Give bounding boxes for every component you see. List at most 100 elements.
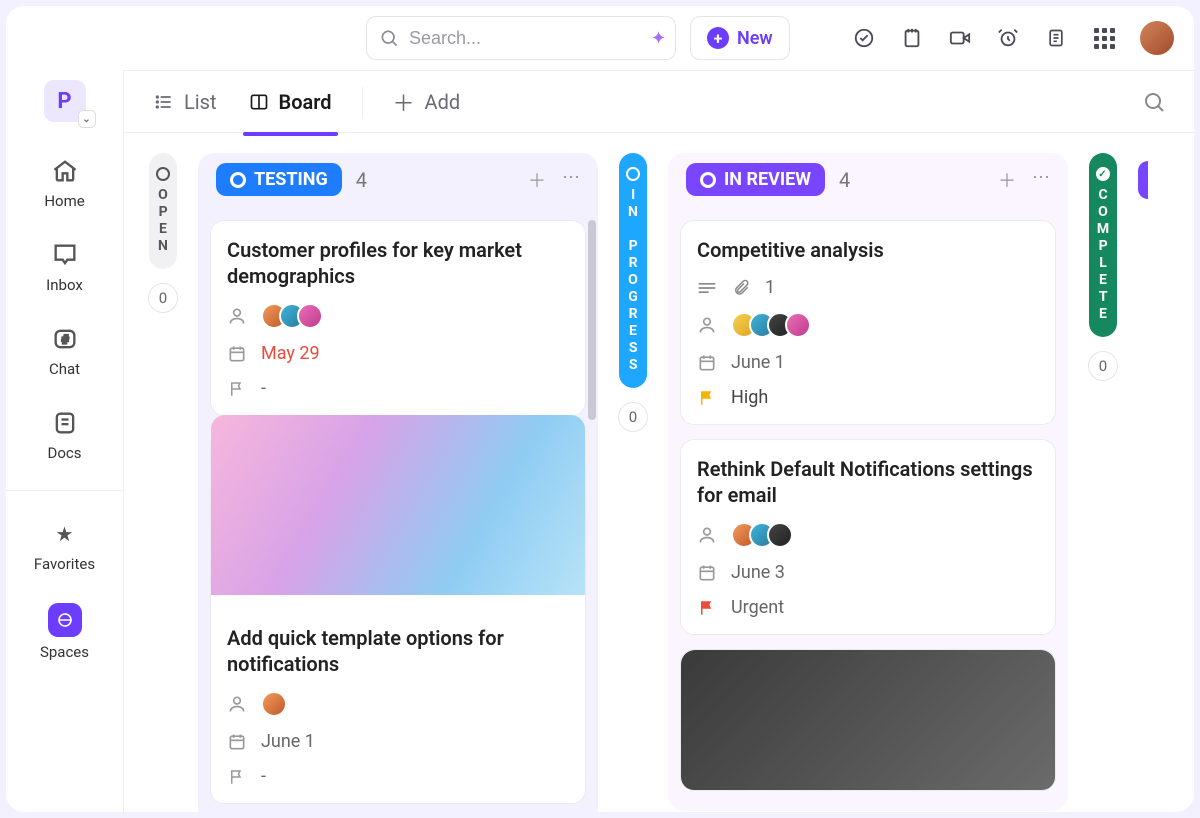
tab-board-label: Board — [279, 90, 332, 114]
chevron-down-icon[interactable]: ⌄ — [78, 110, 96, 128]
attachment-icon — [731, 279, 751, 297]
tab-add-view[interactable]: ＋ Add — [391, 80, 463, 124]
nav-favorites-label: Favorites — [34, 555, 95, 573]
board-search-icon[interactable] — [1142, 90, 1166, 114]
flag-icon — [227, 768, 247, 786]
nav-inbox[interactable]: Inbox — [6, 234, 123, 300]
nav-spaces[interactable]: Spaces — [6, 597, 123, 667]
column-scrollbar[interactable] — [588, 220, 596, 420]
reminder-icon[interactable] — [996, 26, 1020, 50]
global-search[interactable]: ✦ — [366, 16, 676, 60]
workspace-switcher[interactable]: P ⌄ — [44, 80, 86, 122]
assignee-stack[interactable] — [261, 303, 323, 329]
column-in-progress-pill[interactable]: IN PROGRESS — [619, 153, 647, 388]
add-task-icon[interactable]: ＋ — [528, 167, 546, 193]
user-avatar[interactable] — [1140, 21, 1174, 55]
top-bar: ✦ + New — [6, 6, 1194, 70]
task-date-row: June 1 — [697, 352, 1039, 373]
view-tabs: List Board ＋ Add — [124, 71, 1194, 133]
column-testing-cards: Customer profiles for key market demogra… — [202, 220, 594, 812]
status-check-icon: ✓ — [1096, 167, 1110, 181]
home-icon — [50, 156, 80, 186]
ai-sparkle-icon[interactable]: ✦ — [651, 28, 666, 49]
column-testing-tag[interactable]: TESTING — [216, 163, 342, 196]
assignee-stack[interactable] — [261, 691, 287, 717]
status-ring-icon — [230, 172, 246, 188]
sidebar-separator — [6, 490, 123, 491]
column-testing: TESTING 4 ＋ ⋯ Customer profiles for key … — [198, 153, 598, 812]
flag-icon — [227, 380, 247, 398]
tab-add-label: Add — [425, 90, 461, 114]
task-priority-row: - — [227, 378, 569, 399]
notepad-icon[interactable] — [900, 26, 924, 50]
doc-icon[interactable] — [1044, 26, 1068, 50]
assignee-stack[interactable] — [731, 312, 811, 338]
tab-list[interactable]: List — [152, 84, 219, 120]
assignee-icon — [697, 525, 717, 545]
task-card[interactable]: Customer profiles for key market demogra… — [210, 220, 586, 416]
column-in-review: IN REVIEW 4 ＋ ⋯ Competitive analysis — [668, 153, 1068, 811]
task-assignees-row — [697, 312, 1039, 338]
new-button[interactable]: + New — [690, 16, 790, 60]
column-complete-label: COMPLETE — [1095, 187, 1111, 323]
task-due-date[interactable]: June 3 — [731, 562, 785, 583]
column-in-review-actions: ＋ ⋯ — [998, 167, 1050, 193]
spaces-icon — [48, 603, 82, 637]
task-due-date[interactable]: June 1 — [261, 731, 315, 752]
attachment-count: 1 — [765, 277, 775, 298]
task-priority[interactable]: High — [731, 387, 768, 408]
column-in-review-count: 4 — [839, 168, 850, 192]
task-priority[interactable]: Urgent — [731, 597, 784, 618]
column-in-progress-label: IN PROGRESS — [625, 187, 641, 374]
assignee-stack[interactable] — [731, 522, 793, 548]
task-card[interactable] — [680, 649, 1056, 791]
more-icon[interactable]: ⋯ — [562, 167, 580, 193]
column-in-review-cards: Competitive analysis 1 — [672, 220, 1064, 811]
column-next-peek[interactable] — [1138, 161, 1148, 199]
task-priority-row: High — [697, 387, 1039, 408]
column-open-label: OPEN — [155, 187, 171, 255]
task-date-row: June 1 — [227, 731, 569, 752]
apps-icon[interactable] — [1092, 26, 1116, 50]
task-card[interactable]: Add quick template options for notificat… — [210, 430, 586, 804]
column-testing-label: TESTING — [254, 169, 328, 190]
board-area: OPEN 0 TESTING 4 ＋ ⋯ — [124, 133, 1194, 812]
column-open-pill[interactable]: OPEN — [149, 153, 177, 269]
flag-urgent-icon — [697, 599, 717, 617]
column-in-review-tag[interactable]: IN REVIEW — [686, 163, 825, 196]
search-input[interactable] — [409, 28, 641, 49]
task-title: Rethink Default Notifications settings f… — [697, 456, 1039, 508]
nav-chat[interactable]: # Chat — [6, 318, 123, 384]
add-task-icon[interactable]: ＋ — [998, 167, 1016, 193]
task-card[interactable]: Competitive analysis 1 — [680, 220, 1056, 425]
plus-icon: ＋ — [393, 86, 415, 118]
calendar-icon — [227, 344, 247, 364]
column-complete-collapsed[interactable]: ✓ COMPLETE 0 — [1088, 153, 1118, 381]
tab-board[interactable]: Board — [247, 84, 334, 120]
assignee-icon — [227, 694, 247, 714]
search-icon — [379, 28, 399, 48]
column-open-collapsed[interactable]: OPEN 0 — [148, 153, 178, 313]
task-card[interactable]: Rethink Default Notifications settings f… — [680, 439, 1056, 635]
nav-favorites[interactable]: ★ Favorites — [6, 513, 123, 579]
nav-docs[interactable]: Docs — [6, 402, 123, 468]
task-due-date[interactable]: May 29 — [261, 343, 320, 364]
nav-docs-label: Docs — [48, 444, 82, 462]
task-priority[interactable]: - — [261, 378, 266, 399]
task-due-date[interactable]: June 1 — [731, 352, 785, 373]
record-icon[interactable] — [948, 26, 972, 50]
nav-home[interactable]: Home — [6, 150, 123, 216]
plus-circle-icon: + — [707, 27, 729, 49]
column-complete-pill[interactable]: ✓ COMPLETE — [1089, 153, 1117, 337]
my-tasks-icon[interactable] — [852, 26, 876, 50]
nav-spaces-label: Spaces — [40, 643, 89, 661]
flag-high-icon — [697, 389, 717, 407]
task-cover-image — [211, 415, 585, 595]
main-content: List Board ＋ Add — [124, 70, 1194, 812]
column-in-review-label: IN REVIEW — [724, 169, 811, 190]
workspace-letter: P — [57, 89, 71, 114]
more-icon[interactable]: ⋯ — [1032, 167, 1050, 193]
tab-list-label: List — [184, 90, 217, 114]
column-in-progress-collapsed[interactable]: IN PROGRESS 0 — [618, 153, 648, 432]
task-priority[interactable]: - — [261, 766, 266, 787]
